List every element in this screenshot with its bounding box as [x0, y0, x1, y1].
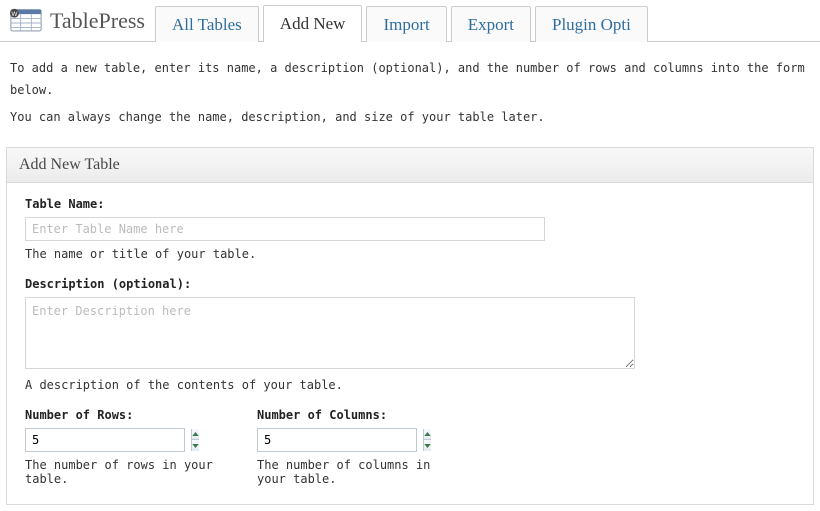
rows-increment-button[interactable] [192, 429, 199, 441]
rows-help: The number of rows in your table. [25, 458, 215, 486]
header-bar: W TablePress All Tables Add New Import E… [0, 0, 820, 42]
instructions: To add a new table, enter its name, a de… [0, 42, 820, 139]
tab-export[interactable]: Export [451, 6, 531, 42]
tablepress-logo-icon: W [10, 7, 42, 35]
row-dimensions: Number of Rows: The number of rows in yo… [25, 408, 795, 486]
field-table-name: Table Name: The name or title of your ta… [25, 197, 795, 261]
columns-decrement-button[interactable] [424, 440, 431, 451]
rows-spinner-buttons [191, 429, 199, 451]
panel-body: Table Name: The name or title of your ta… [7, 183, 813, 504]
rows-label: Number of Rows: [25, 408, 215, 422]
table-name-label: Table Name: [25, 197, 795, 211]
panel-title: Add New Table [7, 148, 813, 183]
rows-decrement-button[interactable] [192, 440, 199, 451]
field-columns: Number of Columns: The number of columns… [257, 408, 447, 486]
field-description: Description (optional): A description of… [25, 277, 795, 392]
add-new-table-panel: Add New Table Table Name: The name or ti… [6, 147, 814, 505]
columns-spinner-buttons [423, 429, 431, 451]
rows-spinner [25, 428, 185, 452]
instructions-line-1: To add a new table, enter its name, a de… [10, 58, 810, 101]
columns-label: Number of Columns: [257, 408, 447, 422]
table-name-help: The name or title of your table. [25, 247, 795, 261]
tab-plugin-options[interactable]: Plugin Opti [535, 6, 648, 42]
instructions-line-2: You can always change the name, descript… [10, 107, 810, 129]
tab-add-new[interactable]: Add New [263, 5, 363, 42]
description-input[interactable] [25, 297, 635, 369]
nav-tabs: All Tables Add New Import Export Plugin … [155, 0, 652, 42]
description-help: A description of the contents of your ta… [25, 378, 795, 392]
tab-all-tables[interactable]: All Tables [155, 6, 259, 42]
columns-increment-button[interactable] [424, 429, 431, 441]
app-title: TablePress [50, 8, 145, 34]
columns-spinner [257, 428, 417, 452]
description-label: Description (optional): [25, 277, 795, 291]
columns-help: The number of columns in your table. [257, 458, 447, 486]
field-rows: Number of Rows: The number of rows in yo… [25, 408, 215, 486]
tab-import[interactable]: Import [366, 6, 446, 42]
table-name-input[interactable] [25, 217, 545, 241]
rows-input[interactable] [26, 429, 191, 451]
columns-input[interactable] [258, 429, 423, 451]
svg-text:W: W [12, 10, 18, 17]
